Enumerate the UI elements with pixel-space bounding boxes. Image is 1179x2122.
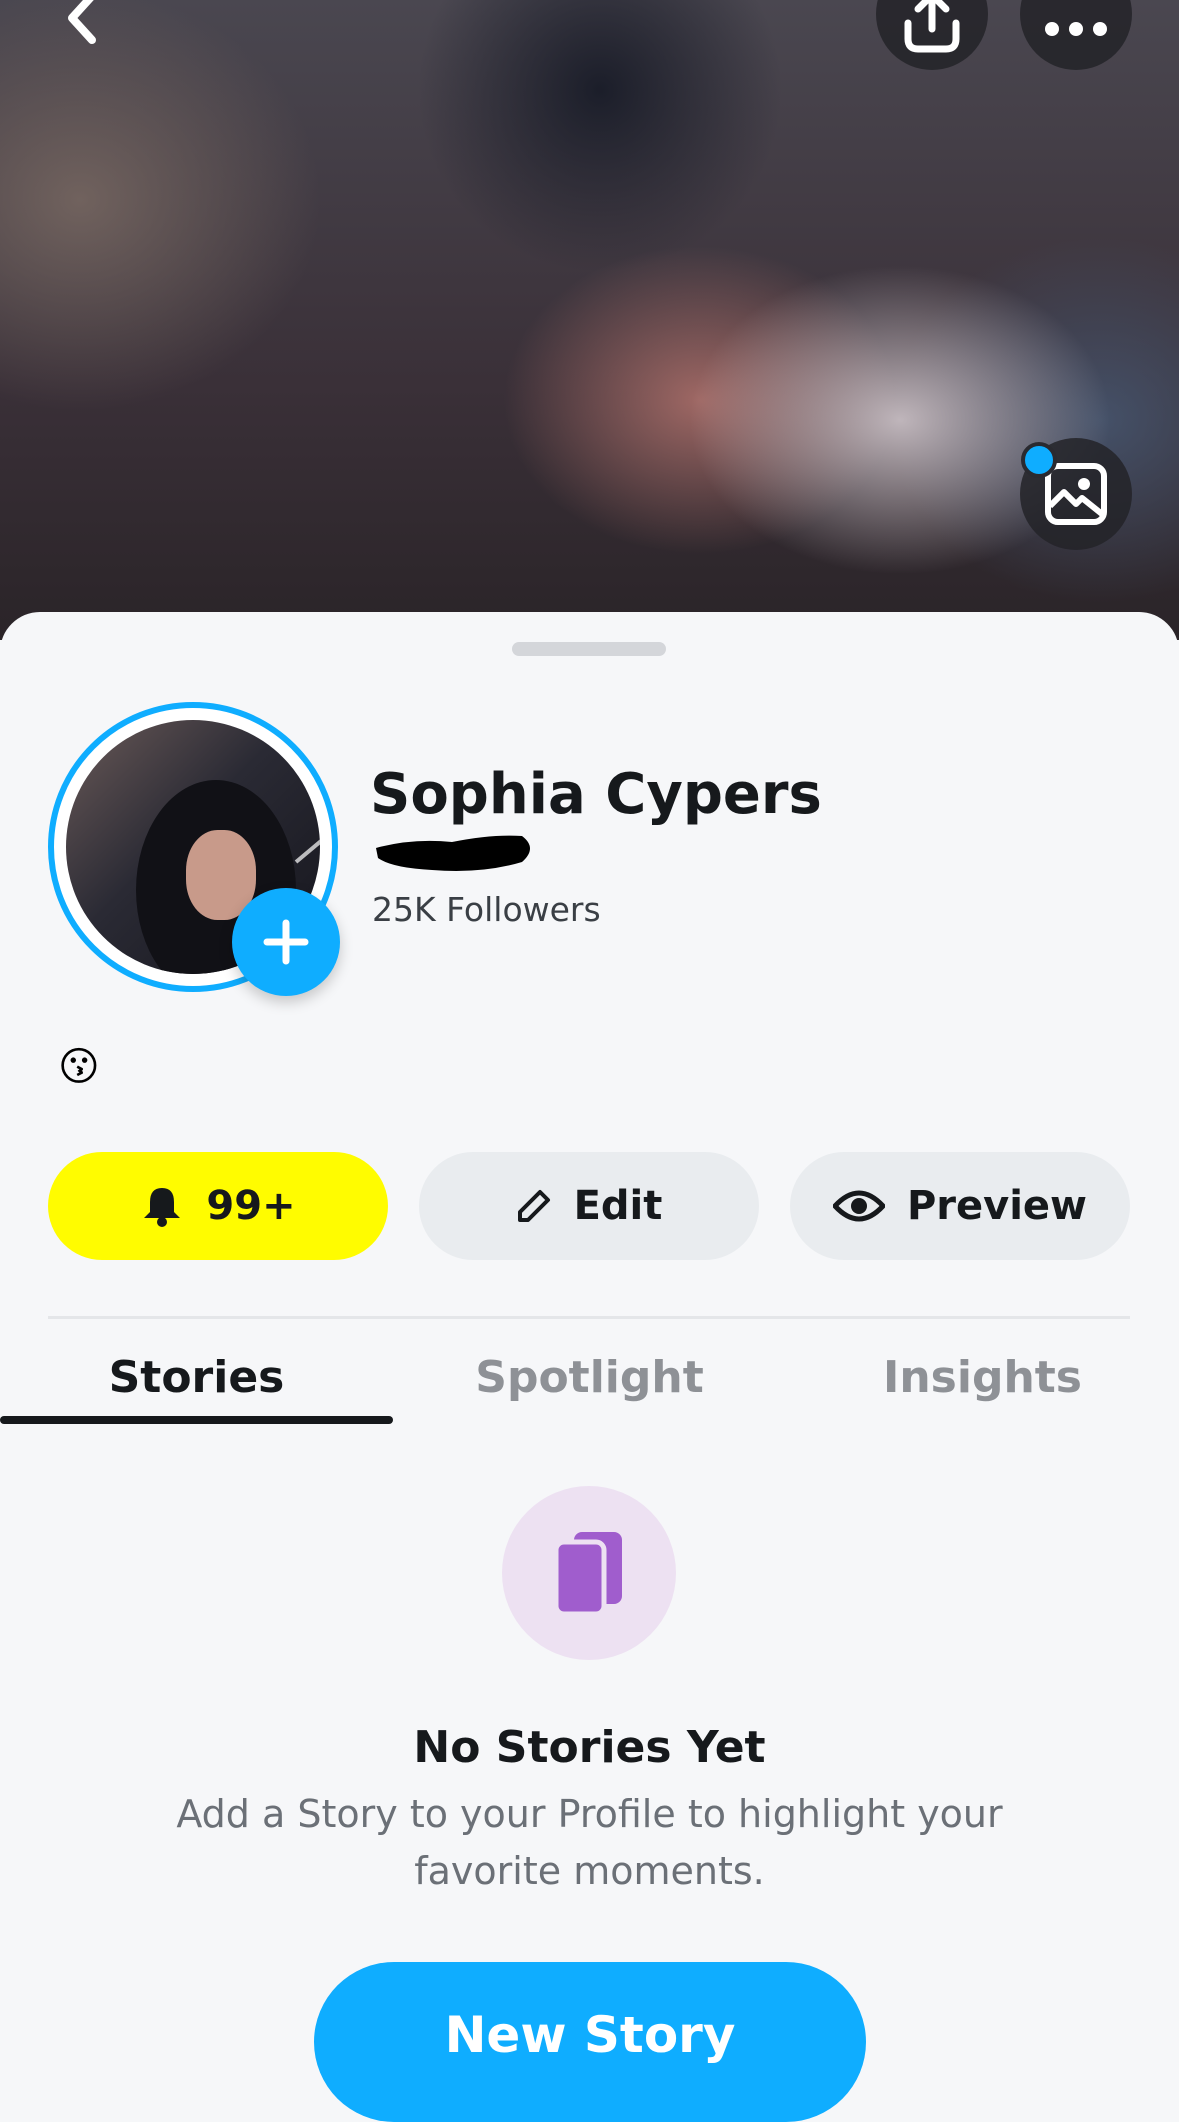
new-indicator-dot [1021,442,1057,478]
notifications-button[interactable]: 99+ [48,1152,388,1260]
more-icon [1045,22,1107,36]
preview-label: Preview [906,1183,1088,1229]
stories-stack-icon [553,1532,622,1617]
profile-name: Sophia Cypers [370,762,822,827]
bell-icon [144,1188,181,1227]
active-tab-indicator [0,1416,393,1424]
pencil-icon [517,1190,550,1222]
edit-profile-button[interactable]: Edit [419,1152,759,1260]
back-icon [68,0,96,44]
empty-state-icon-badge [502,1486,676,1660]
sheet-drag-handle[interactable] [512,642,666,656]
tab-spotlight[interactable]: Spotlight [393,1352,786,1403]
share-button[interactable] [876,0,988,70]
share-icon [904,0,960,53]
profile-banner [0,0,1179,640]
back-button[interactable] [50,0,120,60]
section-divider [48,1316,1130,1319]
followers-count[interactable]: 25K Followers [372,890,601,929]
new-story-button[interactable]: New Story [314,1962,866,2122]
redacted-username [376,835,530,871]
bio-emoji: 😗 [58,1044,100,1090]
empty-state-title: No Stories Yet [413,1722,766,1773]
tab-stories[interactable]: Stories [0,1352,393,1403]
preview-profile-button[interactable]: Preview [790,1152,1130,1260]
add-story-button[interactable] [232,888,340,996]
edit-label: Edit [573,1183,663,1229]
plus-icon [263,919,309,965]
empty-state-description: Add a Story to your Profile to highlight… [176,1792,1003,1893]
gallery-icon [1045,463,1107,525]
notifications-count: 99+ [206,1183,296,1229]
tab-insights[interactable]: Insights [786,1352,1179,1403]
eye-icon [832,1190,885,1222]
new-story-label: New Story [444,2006,736,2064]
